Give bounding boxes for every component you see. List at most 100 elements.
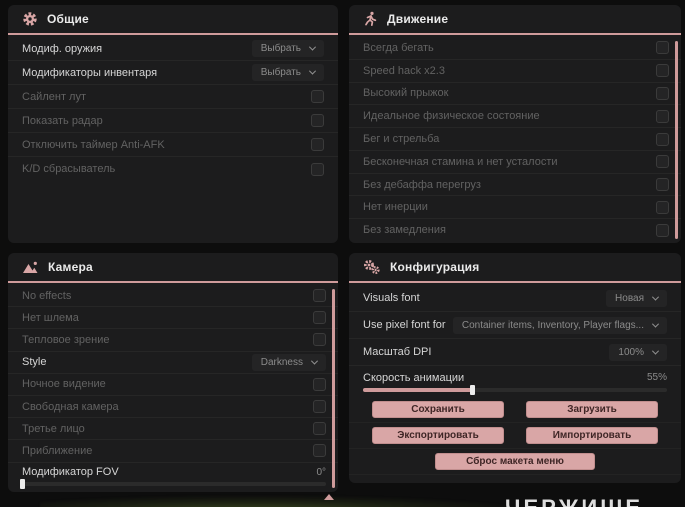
row-label: Нет шлема <box>22 311 79 324</box>
slider-line: Скорость анимации 55% <box>363 372 667 384</box>
show-radar-checkbox[interactable] <box>311 114 324 127</box>
panel-title: Конфигурация <box>390 260 480 274</box>
free-camera-checkbox[interactable] <box>313 400 326 414</box>
row-label: Нет инерции <box>363 201 428 214</box>
row-no-overload-debuff: Без дебаффа перегруз <box>349 174 681 197</box>
export-button[interactable]: Экспортировать <box>372 427 504 444</box>
thermal-vision-checkbox[interactable] <box>313 333 326 347</box>
fov-modifier-slider[interactable] <box>20 479 326 490</box>
silent-loot-checkbox[interactable] <box>311 90 324 103</box>
night-vision-checkbox[interactable] <box>313 377 326 391</box>
always-run-checkbox[interactable] <box>656 41 669 55</box>
row-no-inertia: Нет инерции <box>349 196 681 220</box>
row-label: Тепловое зрение <box>22 333 110 346</box>
row-show-radar: Показать радар <box>8 109 338 133</box>
row-label: Ночное видение <box>22 378 106 391</box>
chevron-down-icon <box>651 347 660 355</box>
general-rows: Модиф. оружия Выбрать Модификаторы инвента… <box>8 37 338 181</box>
perfect-physical-state-checkbox[interactable] <box>656 109 669 123</box>
row-label: Отключить таймер Anti-AFK <box>22 138 165 151</box>
row-label: Свободная камера <box>22 400 119 413</box>
third-person-checkbox[interactable] <box>313 422 326 436</box>
reset-menu-layout-button[interactable]: Сброс макета меню <box>435 453 595 470</box>
visuals-font-dropdown[interactable]: Новая <box>606 289 667 307</box>
chevron-down-icon <box>651 320 660 328</box>
dropdown-value: Выбрать <box>260 43 301 54</box>
slider-handle[interactable] <box>20 479 25 490</box>
load-button[interactable]: Загрузить <box>526 401 658 418</box>
inventory-mods-dropdown[interactable]: Выбрать <box>251 64 324 81</box>
row-run-and-shoot: Бег и стрельба <box>349 128 681 151</box>
panel-camera: Камера No effects Нет шлема Тепловое зрени… <box>8 253 338 492</box>
row-always-run: Всегда бегать <box>349 37 681 60</box>
high-jump-checkbox[interactable] <box>656 86 669 100</box>
row-label: Use pixel font for <box>363 319 446 331</box>
animation-speed-slider[interactable] <box>363 384 667 395</box>
style-dropdown[interactable]: Darkness <box>251 353 326 371</box>
chevron-down-icon <box>308 67 317 75</box>
scroll-up-arrow-icon[interactable] <box>324 494 334 500</box>
infinite-stamina-checkbox[interactable] <box>656 155 669 169</box>
no-overload-debuff-checkbox[interactable] <box>656 178 669 192</box>
disable-anti-afk-timer-checkbox[interactable] <box>311 138 324 151</box>
row-label: Модиф. оружия <box>22 42 103 55</box>
movement-scrollbar[interactable] <box>675 41 678 239</box>
row-kd-resetter: K/D сбрасыватель <box>8 157 338 181</box>
slider-line: Модификатор FOV 0° <box>22 466 326 478</box>
speed-hack-checkbox[interactable] <box>656 64 669 78</box>
kd-resetter-checkbox[interactable] <box>311 162 324 176</box>
row-speed-hack: Speed hack x2.3 <box>349 60 681 83</box>
row-infinite-stamina: Бесконечная стамина и нет усталости <box>349 151 681 174</box>
button-row: Экспортировать Импортировать <box>349 423 681 449</box>
camera-scrollbar[interactable] <box>332 289 335 488</box>
import-button[interactable]: Импортировать <box>526 427 658 444</box>
slider-handle[interactable] <box>470 384 476 395</box>
row-label: Без дебаффа перегруз <box>363 178 481 191</box>
row-label: Style <box>22 356 47 369</box>
use-pixel-font-for-dropdown[interactable]: Container items, Inventory, Player flags… <box>452 316 667 334</box>
row-label: Visuals font <box>363 292 420 304</box>
weapon-mod-dropdown[interactable]: Выбрать <box>251 40 324 57</box>
row-label: Без замедления <box>363 224 446 237</box>
camera-rows: No effects Нет шлема Тепловое зрение Style D… <box>8 285 338 490</box>
row-style: Style Darkness <box>8 352 338 374</box>
row-no-effects: No effects <box>8 285 338 308</box>
zoom-checkbox[interactable] <box>313 444 326 458</box>
row-silent-loot: Сайлент лут <box>8 85 338 109</box>
panel-title: Общие <box>47 12 89 26</box>
no-inertia-checkbox[interactable] <box>656 200 669 214</box>
button-row: Сохранить Загрузить <box>349 397 681 423</box>
panel-config: Конфигурация Visuals font Новая Use pixel … <box>349 253 681 483</box>
config-buttons: Сохранить Загрузить Экспортировать Импортир… <box>349 397 681 475</box>
dropdown-value: Выбрать <box>260 67 301 78</box>
no-slowdown-checkbox[interactable] <box>656 223 669 237</box>
row-animation-speed: Скорость анимации 55% <box>349 366 681 397</box>
row-use-pixel-font-for: Use pixel font for Container items, Inven… <box>349 312 681 339</box>
row-high-jump: Высокий прыжок <box>349 83 681 106</box>
row-label: Идеальное физическое состояние <box>363 110 540 123</box>
row-night-vision: Ночное видение <box>8 374 338 396</box>
row-label: Бесконечная стамина и нет усталости <box>363 155 558 168</box>
chevron-down-icon <box>310 357 319 365</box>
row-dpi-scale: Масштаб DPI 100% <box>349 339 681 366</box>
save-button[interactable]: Сохранить <box>372 401 504 418</box>
panel-movement: Движение Всегда бегать Speed hack x2.3 Выс… <box>349 5 681 243</box>
run-and-shoot-checkbox[interactable] <box>656 132 669 146</box>
row-label: Приближение <box>22 444 93 457</box>
dropdown-value: 100% <box>618 346 644 358</box>
runner-icon <box>365 11 377 27</box>
row-perfect-physical-state: Идеальное физическое состояние <box>349 105 681 129</box>
no-effects-checkbox[interactable] <box>313 289 326 303</box>
panel-movement-header: Движение <box>349 5 681 35</box>
row-label: Бег и стрельба <box>363 133 440 146</box>
no-helmet-checkbox[interactable] <box>313 311 326 325</box>
slider-fill <box>363 387 473 392</box>
movement-rows: Всегда бегать Speed hack x2.3 Высокий прыж… <box>349 37 681 241</box>
dropdown-value: Новая <box>615 292 644 304</box>
row-label: Скорость анимации <box>363 371 465 384</box>
dpi-scale-dropdown[interactable]: 100% <box>609 343 667 361</box>
gears-icon <box>364 260 380 274</box>
panel-config-header: Конфигурация <box>349 253 681 283</box>
row-no-slowdown: Без замедления <box>349 219 681 241</box>
row-weapon-mod: Модиф. оружия Выбрать <box>8 37 338 61</box>
